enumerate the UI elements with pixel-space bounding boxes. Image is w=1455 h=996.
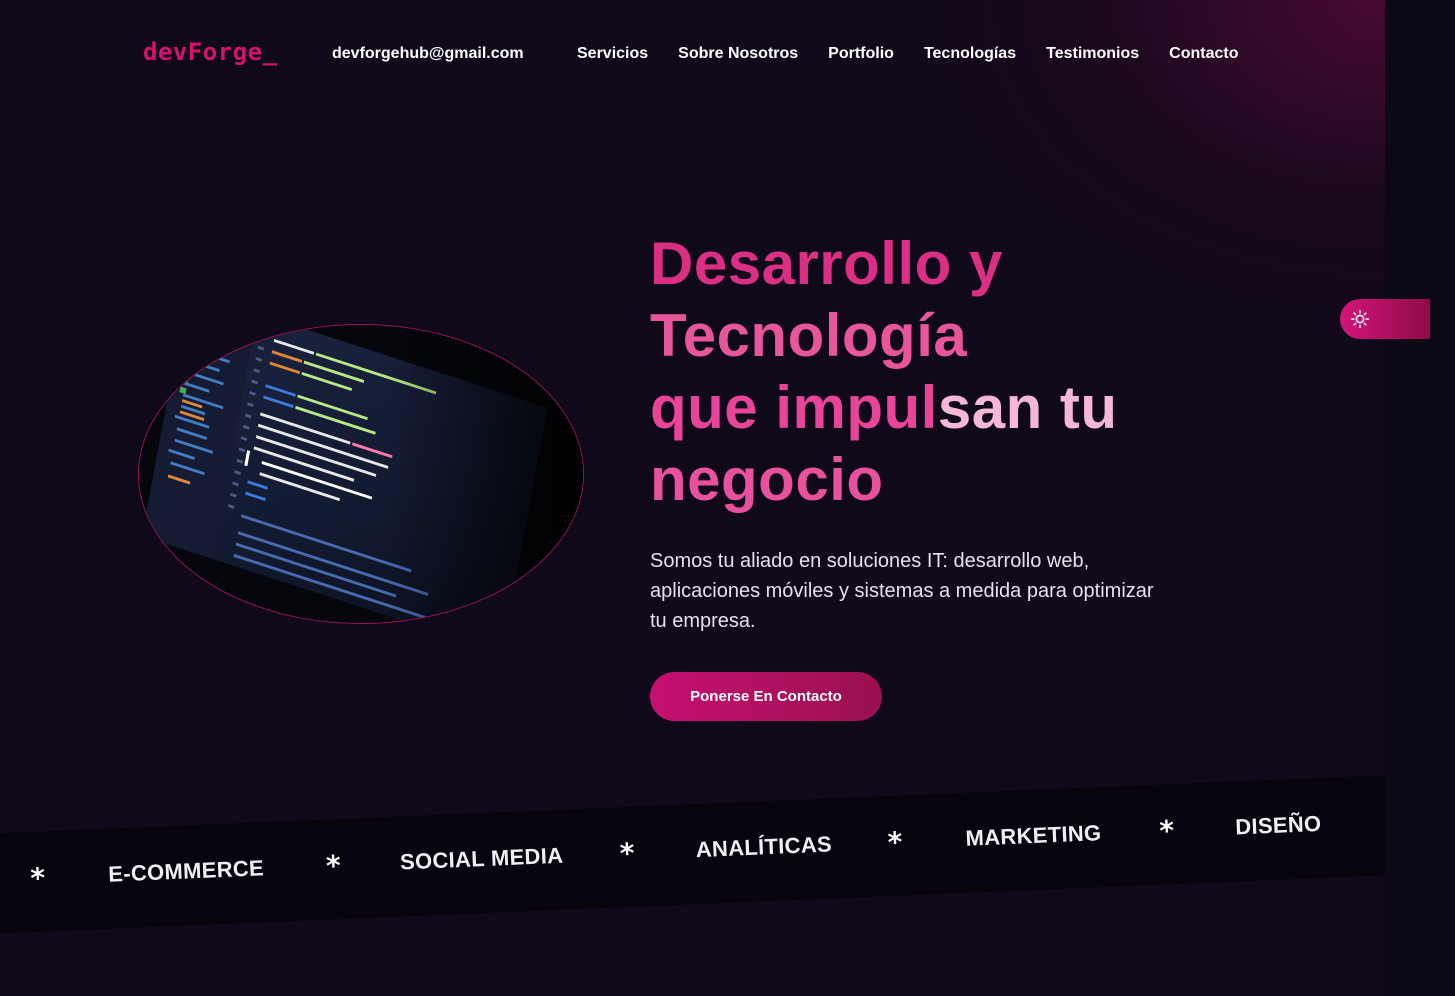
hero-title-line-4: negocio [650, 446, 884, 513]
nav-item-tecnologias[interactable]: Tecnologías [924, 45, 1016, 63]
marquee-item-analiticas: ANALÍTICAS [695, 831, 833, 863]
main-nav: Servicios Sobre Nosotros Portfolio Tecno… [577, 45, 1238, 63]
marquee-item-ecommerce: E-COMMERCE [107, 855, 265, 887]
marquee-item-marketing: MARKETING [965, 820, 1102, 851]
nav-item-sobre-nosotros[interactable]: Sobre Nosotros [678, 45, 798, 63]
hero-title-line-2: Tecnología [650, 302, 968, 369]
contact-button[interactable]: Ponerse En Contacto [650, 672, 882, 721]
hero-title: Desarrollo y Tecnología que impulsan tu … [650, 228, 1270, 516]
code-editor-image [138, 324, 584, 624]
services-marquee: * E-COMMERCE * SOCIAL MEDIA * ANALÍTICAS… [0, 775, 1385, 935]
nav-item-testimonios[interactable]: Testimonios [1046, 45, 1139, 63]
hero-title-line-3a: que impul [650, 374, 938, 441]
star-separator-icon: * [886, 825, 904, 860]
nav-item-servicios[interactable]: Servicios [577, 45, 648, 63]
star-separator-icon: * [325, 849, 342, 883]
page: devForge_ devforgehub@gmail.com Servicio… [0, 0, 1385, 996]
hero-subtitle: Somos tu aliado en soluciones IT: desarr… [650, 550, 1154, 632]
page-scroll-gutter [1385, 0, 1455, 996]
theme-toggle[interactable] [1340, 299, 1430, 339]
star-separator-icon: * [29, 861, 46, 895]
hero-title-line-3b: san tu [937, 374, 1118, 441]
hero-title-line-3: que impulsan tu [650, 372, 1270, 444]
nav-item-portfolio[interactable]: Portfolio [828, 45, 894, 63]
sun-icon [1351, 310, 1369, 328]
hero-title-line-1: Desarrollo y [650, 230, 1003, 297]
marquee-item-diseno: DISEÑO [1234, 810, 1322, 840]
star-separator-icon: * [1158, 814, 1175, 848]
marquee-item-social-media: SOCIAL MEDIA [399, 842, 564, 875]
logo[interactable]: devForge_ [143, 38, 278, 66]
contact-email[interactable]: devforgehub@gmail.com [332, 45, 524, 63]
nav-item-contacto[interactable]: Contacto [1169, 45, 1238, 63]
star-separator-icon: * [619, 836, 636, 871]
code-editor-illustration [139, 325, 583, 623]
